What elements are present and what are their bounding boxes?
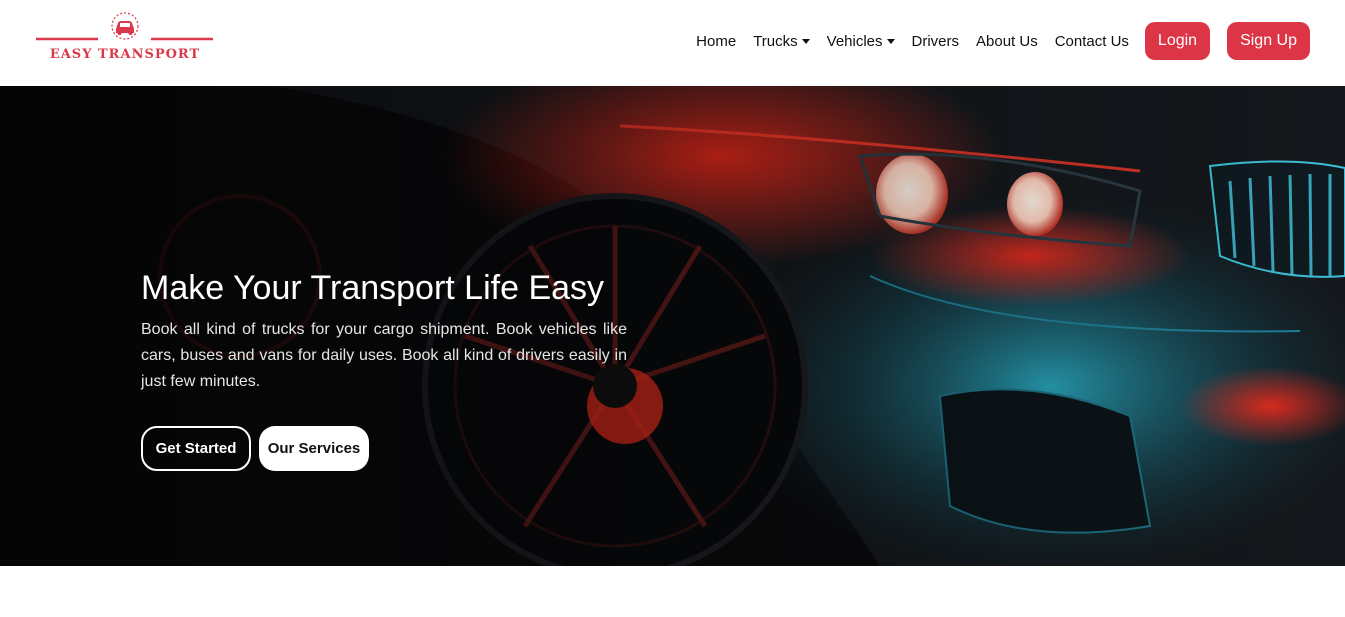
login-button[interactable]: Login [1144, 22, 1211, 60]
nav-contact-us[interactable]: Contact Us [1055, 33, 1129, 50]
nav-trucks-label: Trucks [753, 32, 798, 50]
main-nav: Home Trucks Vehicles Drivers About Us Co… [679, 22, 1310, 60]
caret-down-icon [801, 38, 810, 44]
nav-vehicles-label: Vehicles [826, 32, 883, 50]
nav-drivers-label: Drivers [911, 32, 960, 50]
nav-about-us[interactable]: About Us [976, 33, 1038, 50]
nav-about-label: About Us [976, 32, 1038, 50]
nav-trucks-dropdown[interactable]: Trucks [753, 32, 810, 50]
brand-name: EASY TRANSPORT [49, 47, 201, 62]
car-icon [36, 12, 213, 41]
caret-down-icon [886, 38, 895, 44]
hero-section: Make Your Transport Life Easy Book all k… [0, 86, 1345, 566]
nav-vehicles-dropdown[interactable]: Vehicles [827, 33, 895, 50]
nav-home-label: Home [696, 32, 737, 50]
navbar: EASY TRANSPORT Home Trucks Vehicles Driv… [0, 0, 1345, 86]
hero-description: Book all kind of trucks for your cargo s… [141, 321, 627, 390]
sign-up-button[interactable]: Sign Up [1227, 22, 1310, 60]
our-services-button[interactable]: Our Services [259, 426, 369, 471]
brand-logo[interactable]: EASY TRANSPORT [36, 12, 214, 64]
nav-contact-label: Contact Us [1054, 32, 1129, 50]
nav-home[interactable]: Home [696, 33, 736, 50]
hero-title: Make Your Transport Life Easy [141, 269, 605, 307]
nav-drivers[interactable]: Drivers [912, 33, 960, 50]
get-started-button[interactable]: Get Started [141, 426, 251, 471]
